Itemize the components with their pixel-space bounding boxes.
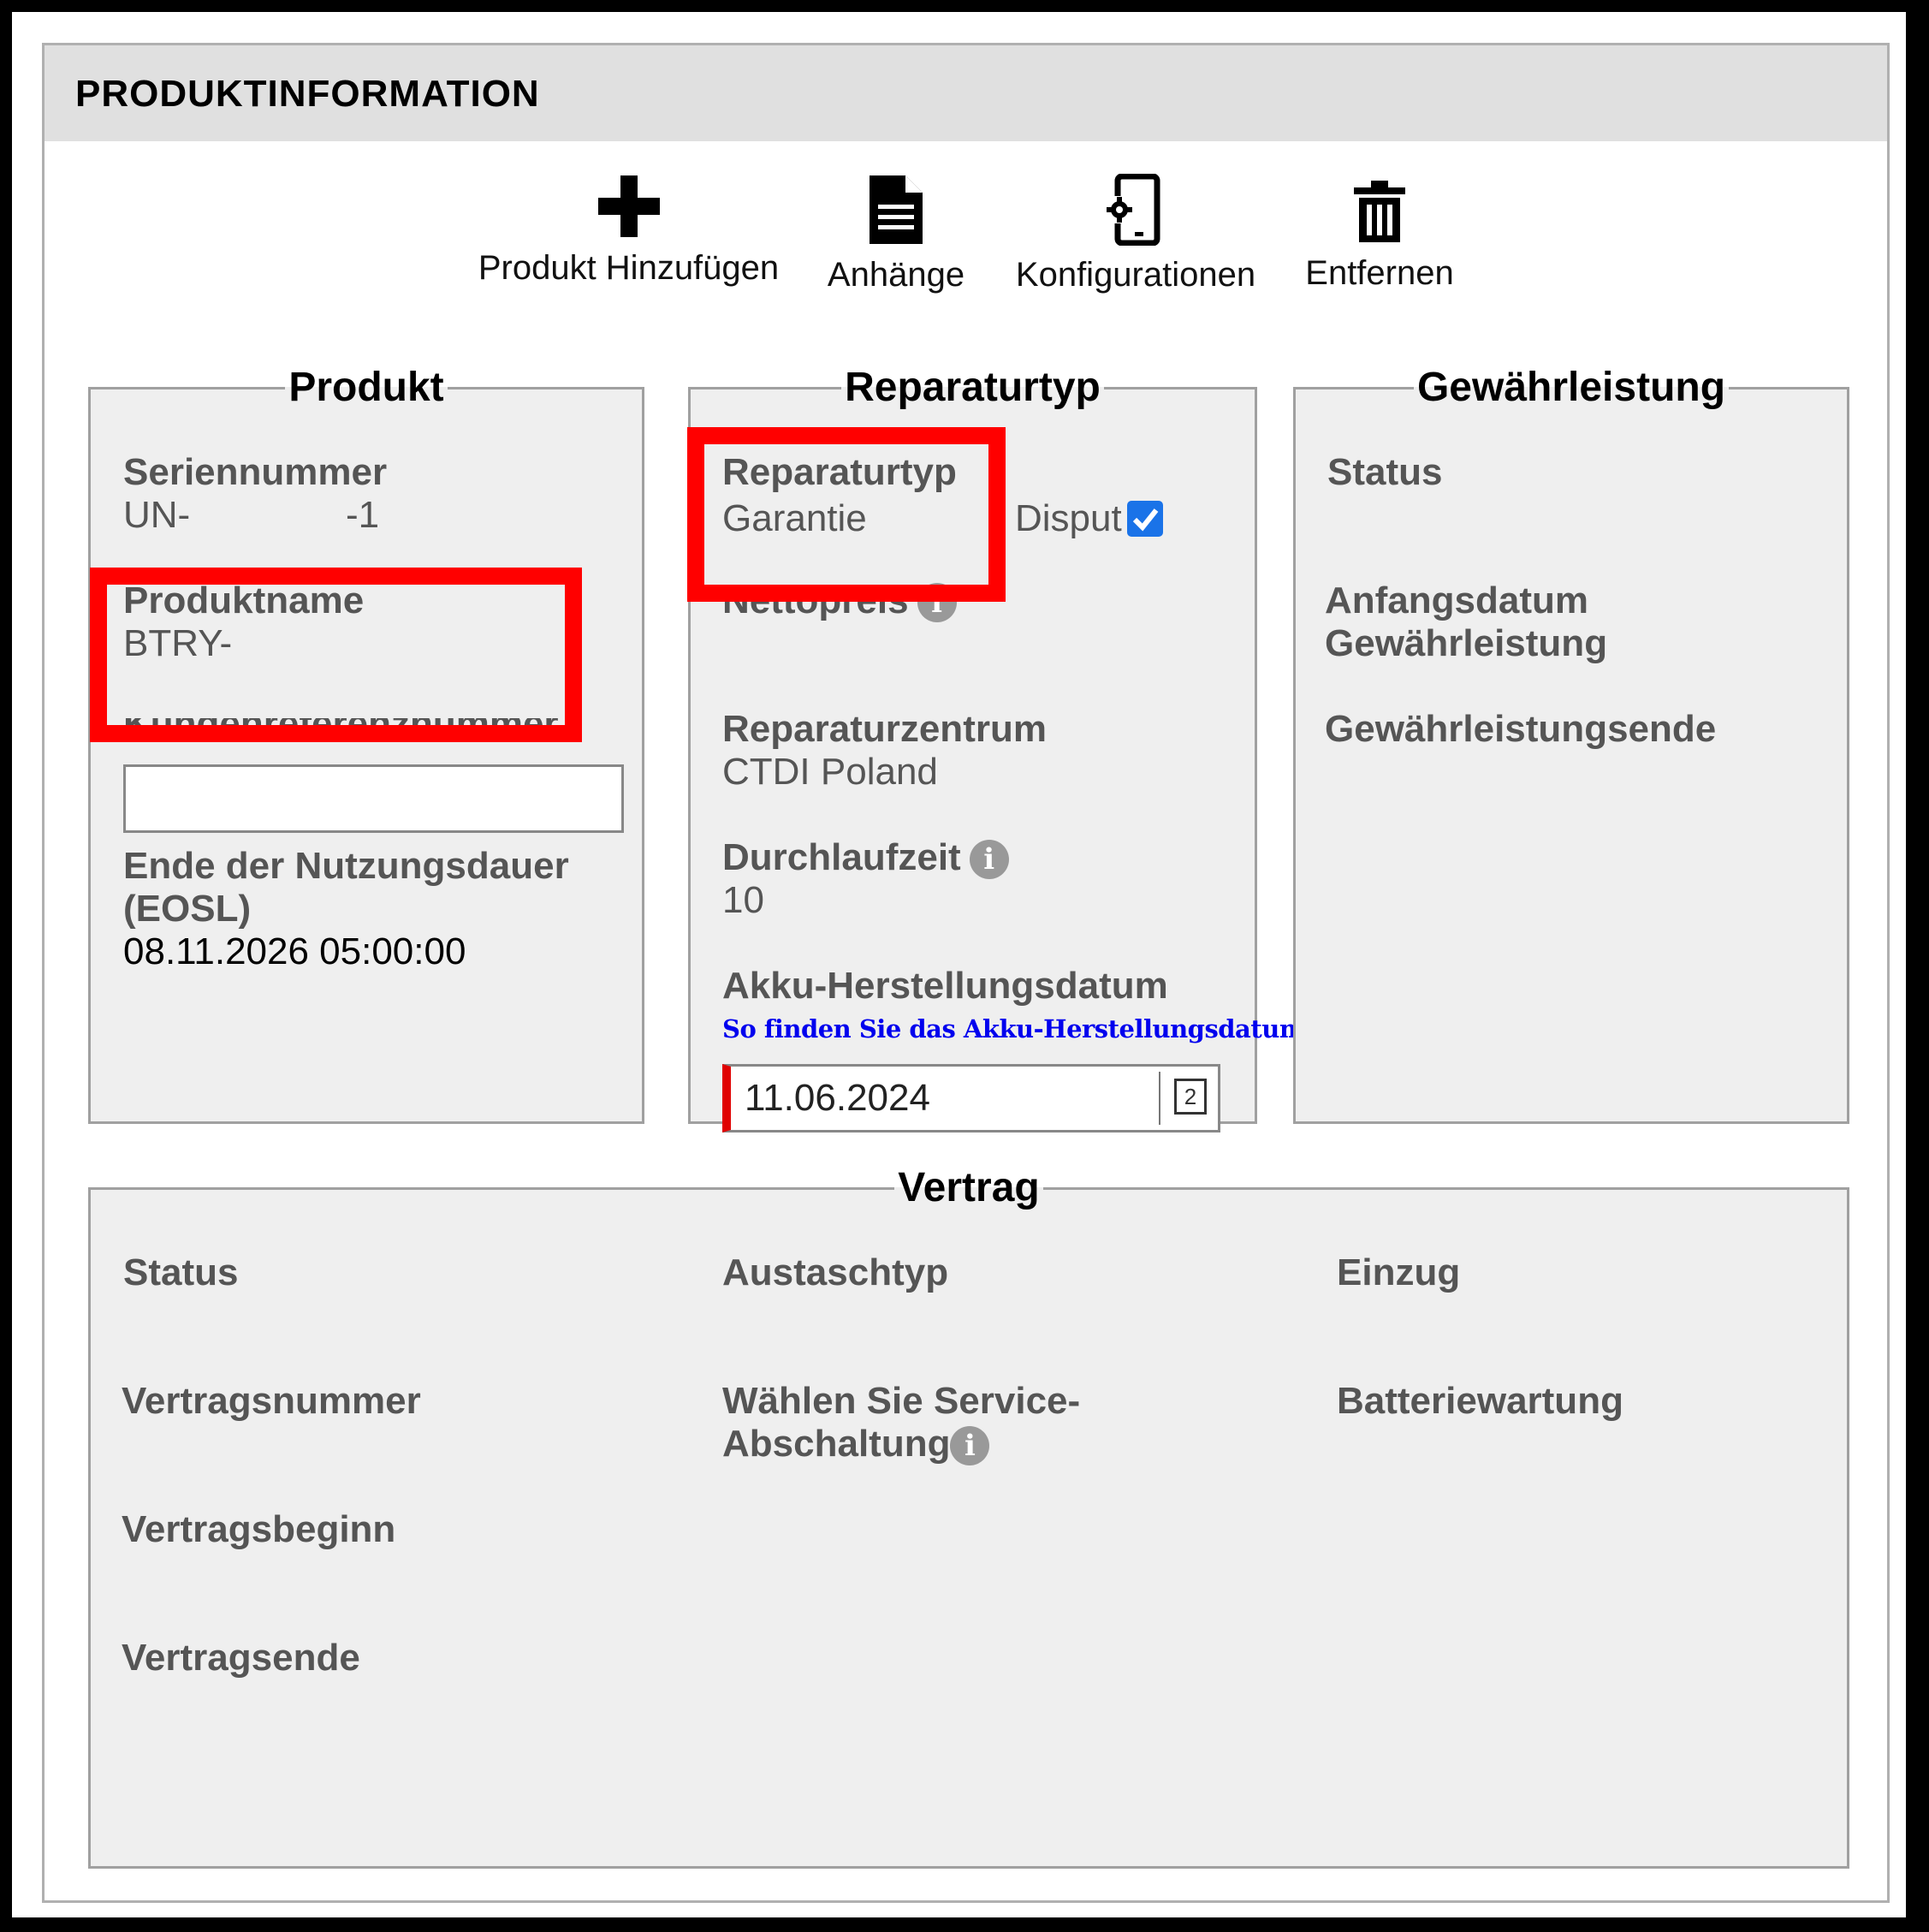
contract-number-label: Vertragsnummer — [122, 1380, 421, 1422]
checkmark-icon — [1132, 508, 1159, 532]
repair-center-label: Reparaturzentrum — [722, 708, 1047, 750]
contract-end-label: Vertragsende — [122, 1637, 360, 1679]
exchange-type-label: Austaschtyp — [722, 1251, 949, 1293]
collection-label: Einzug — [1337, 1251, 1461, 1293]
warranty-start-label-line2: Gewährleistung — [1325, 622, 1608, 664]
configurations-button[interactable]: Konfigurationen — [1012, 174, 1260, 294]
battery-date-help-link[interactable]: So finden Sie das Akku-Herstellungsdatum — [722, 1014, 1306, 1043]
add-product-button[interactable]: Produkt Hinzufügen — [477, 174, 781, 288]
contract-begin-label: Vertragsbeginn — [122, 1508, 396, 1550]
repair-type-section-title: Reparaturtyp — [845, 365, 1101, 410]
service-shutdown-label-line1: Wählen Sie Service- — [722, 1380, 1081, 1422]
warranty-start-label-line1: Anfangsdatum — [1325, 580, 1588, 621]
battery-date-value: 11.06.2024 — [745, 1077, 930, 1119]
highlight-repair-type — [687, 427, 1006, 602]
screenshot-frame: PRODUKTINFORMATION Produkt Hinzufügen An… — [12, 12, 1906, 1917]
warranty-status-label: Status — [1327, 451, 1443, 493]
eosl-label-line2: (EOSL) — [123, 888, 252, 930]
lead-time-label: Durchlaufzeit i — [722, 836, 1009, 880]
service-shutdown-label-text: Abschaltung — [722, 1423, 951, 1465]
highlight-product-name — [90, 568, 582, 742]
info-icon[interactable]: i — [969, 840, 1009, 880]
info-icon[interactable]: i — [950, 1426, 990, 1466]
panel-header: PRODUKTINFORMATION — [45, 45, 1887, 141]
eosl-label-line1: Ende der Nutzungsdauer — [123, 845, 569, 887]
plus-icon — [597, 175, 660, 237]
calendar-day-number: 2 — [1184, 1084, 1197, 1109]
serial-number-value-start: UN- — [123, 494, 191, 536]
calendar-icon[interactable]: 2 — [1174, 1079, 1207, 1115]
contract-section-title: Vertrag — [898, 1165, 1040, 1210]
attachments-label: Anhänge — [827, 256, 965, 294]
serial-number-label: Seriennummer — [123, 451, 388, 493]
product-section-title: Produkt — [288, 365, 444, 410]
warranty-end-label: Gewährleistungsende — [1325, 708, 1717, 750]
lead-time-value: 10 — [722, 879, 764, 921]
add-product-label: Produkt Hinzufügen — [478, 249, 780, 287]
eosl-value: 08.11.2026 05:00:00 — [123, 930, 466, 972]
remove-label: Entfernen — [1305, 254, 1454, 292]
calendar-divider — [1159, 1072, 1160, 1125]
attachments-button[interactable]: Anhänge — [819, 174, 973, 294]
battery-date-input[interactable]: 11.06.2024 2 — [722, 1064, 1220, 1132]
repair-center-value: CTDI Poland — [722, 751, 938, 793]
device-config-icon — [1106, 174, 1160, 246]
remove-button[interactable]: Entfernen — [1294, 179, 1465, 293]
product-info-panel: PRODUKTINFORMATION Produkt Hinzufügen An… — [42, 43, 1890, 1903]
battery-date-label: Akku-Herstellungsdatum — [722, 965, 1168, 1007]
service-shutdown-label-line2: Abschaltung i — [722, 1423, 990, 1466]
document-icon — [870, 175, 923, 244]
lead-time-label-text: Durchlaufzeit — [722, 836, 961, 878]
battery-maintenance-label: Batteriewartung — [1337, 1380, 1623, 1422]
serial-number-value-end: -1 — [346, 494, 380, 536]
configurations-label: Konfigurationen — [1015, 256, 1256, 294]
trash-icon — [1354, 181, 1405, 242]
customer-reference-input[interactable] — [123, 764, 624, 833]
contract-status-label: Status — [123, 1251, 239, 1293]
disput-label: Disput — [1015, 497, 1122, 539]
disput-checkbox[interactable] — [1127, 501, 1163, 537]
warranty-section-title: Gewährleistung — [1416, 365, 1726, 410]
panel-title: PRODUKTINFORMATION — [75, 73, 540, 115]
